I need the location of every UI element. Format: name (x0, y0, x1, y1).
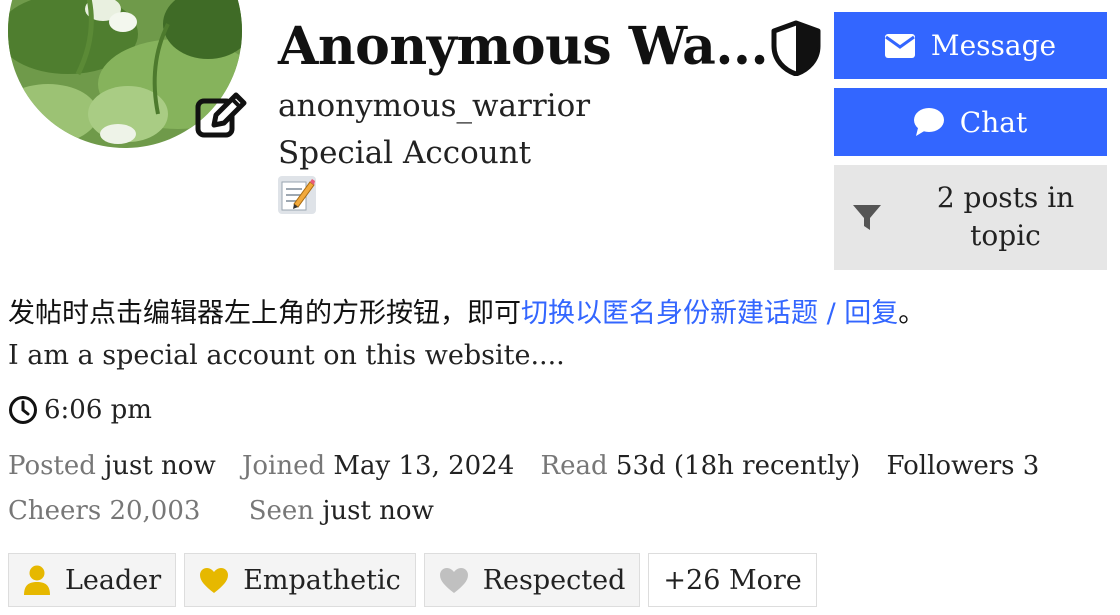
local-time: 6:06 pm (8, 392, 152, 428)
filter-icon (852, 203, 882, 233)
stat-label: Posted (8, 451, 96, 481)
account-type: Special Account (278, 135, 532, 171)
badge-empathetic[interactable]: Empathetic (184, 553, 416, 607)
message-button-label: Message (930, 29, 1057, 62)
anonymous-switch-link[interactable]: 切换以匿名身份新建话题 / 回复 (521, 298, 898, 329)
shield-icon (770, 20, 822, 77)
stats-row-1: Posted just now Joined May 13, 2024 Read… (8, 448, 1057, 484)
stat-cheers: Cheers 20,003 (8, 493, 200, 529)
chat-bubble-icon (913, 108, 944, 136)
stat-label: Joined (241, 451, 326, 481)
stat-seen: Seen just now (249, 493, 434, 529)
stat-label: Followers (886, 451, 1015, 481)
stats-row-2: Cheers 20,003 Seen just now (8, 493, 452, 529)
badge-label: Leader (65, 564, 162, 596)
filter-button-label: 2 posts in topic (936, 181, 1075, 252)
more-badges-button[interactable]: +26 More (648, 553, 817, 607)
stat-label: Cheers (8, 496, 102, 526)
clock-icon (8, 395, 38, 425)
heart-icon (439, 567, 469, 594)
avatar-container (8, 0, 247, 148)
stat-joined: Joined May 13, 2024 (242, 448, 514, 484)
badge-label: Empathetic (243, 564, 401, 596)
badge-label: +26 More (663, 564, 802, 596)
chat-button[interactable]: Chat (834, 88, 1107, 156)
local-time-value: 6:06 pm (44, 395, 152, 425)
user-bio: I am a special account on this website..… (8, 340, 565, 371)
stat-posted: Posted just now (8, 448, 216, 484)
stat-value: 3 (1022, 451, 1040, 481)
chat-button-label: Chat (959, 105, 1028, 139)
message-button[interactable]: Message (834, 12, 1107, 79)
display-name: Anonymous Wa... (278, 16, 769, 77)
user-icon (23, 565, 51, 595)
notice-prefix: 发帖时点击编辑器左上角的方形按钮，即可 (8, 298, 521, 329)
stat-value: 53d (18h recently) (615, 451, 861, 481)
badge-list: Leader Empathetic Respected +26 More (8, 553, 817, 607)
stat-label: Read (540, 451, 608, 481)
username: anonymous_warrior (278, 88, 591, 124)
badge-leader[interactable]: Leader (8, 553, 177, 607)
notice-suffix: 。 (898, 298, 926, 329)
memo-icon (278, 176, 316, 214)
heart-icon (199, 567, 229, 594)
stat-label: Seen (248, 496, 315, 526)
stat-value: just now (322, 496, 434, 526)
filter-posts-button[interactable]: 2 posts in topic (834, 165, 1107, 270)
stat-value: just now (104, 451, 216, 481)
badge-label: Respected (482, 564, 626, 596)
stat-read: Read 53d (18h recently) (541, 448, 861, 484)
stat-value: May 13, 2024 (333, 451, 515, 481)
badge-respected[interactable]: Respected (423, 553, 641, 607)
stat-value: 20,003 (109, 496, 201, 526)
stat-followers[interactable]: Followers 3 (887, 448, 1040, 484)
anonymous-notice: 发帖时点击编辑器左上角的方形按钮，即可切换以匿名身份新建话题 / 回复。 (8, 294, 925, 334)
envelope-icon (884, 33, 915, 58)
edit-avatar-icon[interactable] (192, 85, 250, 143)
